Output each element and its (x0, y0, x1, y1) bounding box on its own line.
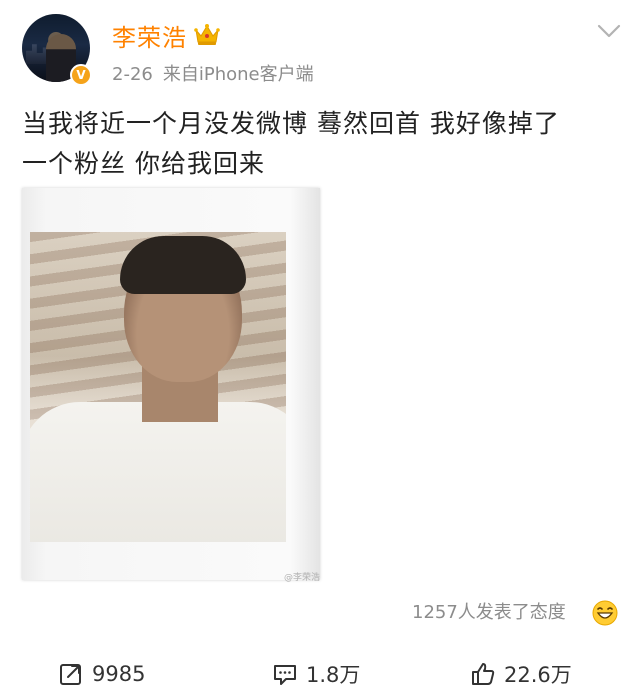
post-text-line: 当我将近一个月没发微博 蓦然回首 我好像掉了 (22, 109, 560, 138)
post-header: V 李荣浩 2-26 来自iPhone客户端 (0, 0, 640, 90)
reactions-summary[interactable]: 1257人发表了态度 (412, 598, 566, 624)
repost-icon (60, 664, 81, 685)
image-watermark: @李荣浩 (284, 573, 321, 583)
post-source: 来自iPhone客户端 (162, 64, 314, 85)
thumbs-up-icon (472, 663, 495, 685)
comment-icon (274, 665, 296, 685)
comment-button[interactable]: 1.8万 (272, 656, 360, 692)
action-bar: 9985 1.8万 22.6万 (0, 656, 640, 696)
repost-count: 9985 (92, 662, 146, 686)
portrait-photo (30, 232, 286, 542)
username[interactable]: 李荣浩 (112, 18, 187, 53)
verified-badge-icon: V (70, 64, 92, 86)
photo-hair (120, 236, 246, 294)
post-text: 当我将近一个月没发微博 蓦然回首 我好像掉了 一个粉丝 你给我回来 (22, 104, 622, 184)
post-text-line: 一个粉丝 你给我回来 (22, 149, 265, 178)
like-count: 22.6万 (504, 663, 572, 687)
chevron-down-icon[interactable] (596, 22, 622, 40)
laughing-emoji-icon[interactable] (592, 600, 618, 626)
like-button[interactable]: 22.6万 (470, 656, 572, 692)
post-image[interactable]: @李荣浩 (22, 188, 321, 583)
comment-count: 1.8万 (306, 663, 361, 687)
post-meta: 2-26 来自iPhone客户端 (112, 60, 314, 86)
post-date: 2-26 (112, 64, 153, 85)
repost-button[interactable]: 9985 (58, 656, 145, 692)
crown-icon (194, 24, 220, 45)
photo-shirt (30, 402, 286, 542)
